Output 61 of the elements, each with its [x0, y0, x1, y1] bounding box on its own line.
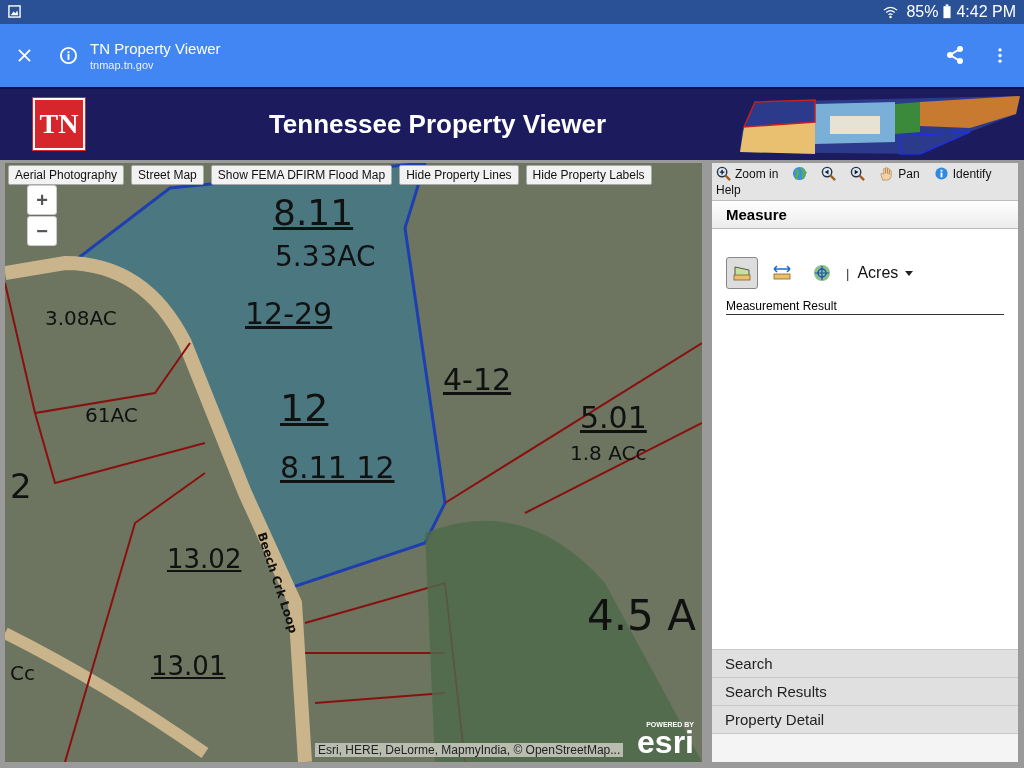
parcel-label: 2 — [10, 469, 32, 503]
parcel-label: 1.8 ACc — [570, 443, 647, 463]
parcel-label: 8.11 — [273, 195, 354, 231]
more-icon[interactable] — [998, 47, 1002, 63]
accordion-header[interactable]: Property Detail — [712, 705, 1018, 733]
zoom-in-icon — [716, 166, 731, 181]
zoom-back-icon — [821, 166, 837, 181]
parcel-label: 13.02 — [167, 546, 242, 572]
parcel-label: 4.5 A — [587, 595, 696, 637]
map-attribution: Esri, HERE, DeLorme, MapmyIndia, © OpenStreetMap... — [315, 743, 624, 757]
layer-button[interactable]: Show FEMA DFIRM Flood Map — [210, 165, 393, 185]
separator: | — [846, 265, 850, 281]
distance-ruler-icon — [772, 264, 792, 282]
hand-icon — [879, 166, 895, 181]
layer-button[interactable]: Hide Property Labels — [525, 165, 652, 185]
toolbar-item[interactable]: Identify — [933, 166, 992, 181]
toolbar-item[interactable]: Help — [716, 183, 741, 197]
tn-logo[interactable]: TN — [33, 98, 85, 151]
parcel-label: 12-29 — [245, 299, 333, 329]
unit-dropdown[interactable]: Acres — [857, 264, 914, 282]
parcel-label: 4-12 — [443, 365, 512, 395]
parcel-label: 13.01 — [151, 653, 226, 679]
accordion-header[interactable]: Search — [712, 649, 1018, 677]
layer-button[interactable]: Street Map — [131, 165, 204, 185]
layer-button[interactable]: Aerial Photography — [8, 165, 125, 185]
parcel-label: 3.08AC — [45, 308, 117, 328]
measure-tool[interactable] — [726, 257, 758, 289]
aerial-map[interactable] — [5, 163, 702, 762]
zoom-forward-icon — [850, 166, 866, 181]
toolbar-item[interactable]: Pan — [879, 166, 920, 181]
caret-icon — [905, 270, 914, 276]
zoom-button[interactable]: + — [27, 185, 57, 215]
parcel-label: 12 — [280, 389, 329, 427]
toolbar-item[interactable] — [821, 166, 837, 181]
site-title: Tennessee Property Viewer — [267, 108, 608, 140]
image-icon — [8, 5, 21, 19]
toolbar-item[interactable] — [850, 166, 866, 181]
parcel-label: 5.33AC — [275, 243, 376, 271]
wifi-icon — [883, 4, 899, 19]
parcel-label: 8.11 12 — [280, 453, 395, 483]
battery-percent: 85% — [906, 2, 939, 21]
measurement-result-label: Measurement Result — [726, 299, 1004, 315]
battery-icon — [943, 4, 952, 20]
accordion-header[interactable]: Search Results — [712, 677, 1018, 705]
parcel-label: 5.01 — [580, 403, 647, 433]
globe-icon — [792, 166, 808, 181]
parcel-label: 61AC — [85, 405, 138, 425]
clock-time: 4:42 PM — [956, 2, 1016, 21]
page-url: tnmap.tn.gov — [90, 58, 155, 71]
parcel-label: Beech Crk Loop — [255, 531, 300, 635]
info-icon — [933, 166, 949, 181]
info-icon[interactable] — [59, 45, 78, 65]
close-icon[interactable] — [18, 48, 31, 62]
layer-button[interactable]: Hide Property Lines — [399, 165, 519, 185]
page-title: TN Property Viewer — [90, 39, 222, 57]
parcel-label: Cc — [10, 663, 35, 683]
zoom-button[interactable]: − — [27, 216, 57, 246]
area-ruler-icon — [732, 264, 752, 282]
toolbar-item[interactable]: Zoom in — [716, 166, 779, 181]
share-icon[interactable] — [945, 45, 965, 66]
location-globe-icon — [812, 264, 832, 282]
